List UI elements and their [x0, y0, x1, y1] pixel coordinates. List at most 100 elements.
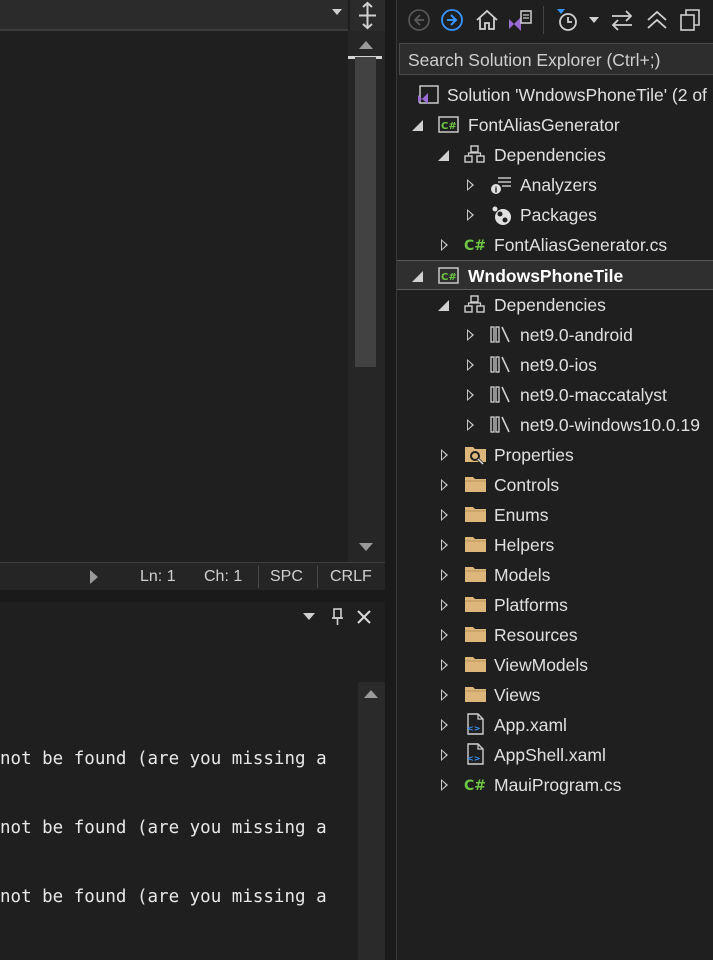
scroll-down-icon[interactable]	[359, 543, 373, 551]
home-icon[interactable]	[473, 6, 501, 34]
column-indicator[interactable]: Ch: 1	[204, 568, 242, 586]
tree-item-label: net9.0-windows10.0.19	[520, 415, 700, 435]
expand-chevron-icon[interactable]	[441, 629, 448, 641]
tree-item-mauiprogram-cs[interactable]: C# MauiProgram.cs	[397, 770, 713, 800]
expand-chevron-icon[interactable]	[441, 599, 448, 611]
tree-item-dependencies[interactable]: Dependencies	[397, 140, 713, 170]
csharp-file-icon: C#	[464, 775, 486, 795]
tree-item-packages[interactable]: Packages	[397, 200, 713, 230]
tree-item-dependencies[interactable]: Dependencies	[397, 290, 713, 320]
expand-chevron-icon[interactable]	[467, 179, 474, 191]
tree-item-controls[interactable]: Controls	[397, 470, 713, 500]
solution-explorer-search-input[interactable]: Search Solution Explorer (Ctrl+;)	[399, 43, 713, 75]
svg-text:C#: C#	[464, 238, 486, 254]
horizontal-splitter[interactable]	[0, 590, 385, 602]
svg-text:i: i	[495, 186, 498, 195]
solution-explorer-toolbar	[397, 0, 713, 40]
expand-chevron-icon[interactable]	[441, 449, 448, 461]
expand-chevron-icon[interactable]	[467, 359, 474, 371]
tree-item-label: MauiProgram.cs	[494, 775, 622, 795]
vertical-splitter[interactable]	[385, 0, 397, 960]
tree-item-properties[interactable]: Properties	[397, 440, 713, 470]
tree-item-label: Enums	[494, 505, 549, 525]
expand-chevron-icon[interactable]	[467, 419, 474, 431]
tree-item-viewmodels[interactable]: ViewModels	[397, 650, 713, 680]
tree-item-resources[interactable]: Resources	[397, 620, 713, 650]
expand-chevron-icon[interactable]	[467, 329, 474, 341]
output-line: not be found (are you missing a	[0, 749, 327, 769]
tree-item-label: Analyzers	[520, 175, 597, 195]
expand-chevron-icon[interactable]	[441, 659, 448, 671]
expand-chevron-icon[interactable]	[441, 689, 448, 701]
collapse-chevron-icon[interactable]	[412, 120, 423, 131]
framework-icon	[490, 355, 512, 375]
line-indicator[interactable]: Ln: 1	[140, 568, 176, 586]
expand-chevron-icon[interactable]	[441, 479, 448, 491]
tree-item-net9-0-ios[interactable]: net9.0-ios	[397, 350, 713, 380]
tree-item-views[interactable]: Views	[397, 680, 713, 710]
tree-item-fontaliasgenerator-cs[interactable]: C# FontAliasGenerator.cs	[397, 230, 713, 260]
tree-item-label: ViewModels	[494, 655, 589, 675]
tree-item-helpers[interactable]: Helpers	[397, 530, 713, 560]
editor-status-bar: Ln: 1 Ch: 1 SPC CRLF	[0, 562, 385, 590]
tree-item-label: Dependencies	[494, 145, 606, 165]
expand-chevron-icon[interactable]	[441, 569, 448, 581]
tree-item-net9-0-maccatalyst[interactable]: net9.0-maccatalyst	[397, 380, 713, 410]
dropdown-icon[interactable]	[589, 17, 599, 23]
tree-item-platforms[interactable]: Platforms	[397, 590, 713, 620]
tree-item-solution-wndowsphonetile-2-of[interactable]: Solution 'WndowsPhoneTile' (2 of	[397, 80, 713, 110]
expand-chevron-icon[interactable]	[441, 239, 448, 251]
tree-item-fontaliasgenerator[interactable]: C# FontAliasGenerator	[397, 110, 713, 140]
split-window-button[interactable]	[350, 0, 385, 31]
solution-explorer: Search Solution Explorer (Ctrl+;) Soluti…	[397, 0, 713, 960]
editor-vertical-scrollbar[interactable]	[348, 31, 385, 562]
expand-chevron-icon[interactable]	[467, 209, 474, 221]
tree-item-label: Packages	[520, 205, 597, 225]
expand-chevron-icon[interactable]	[441, 779, 448, 791]
collapse-chevron-icon[interactable]	[438, 150, 449, 161]
collapse-chevron-icon[interactable]	[412, 271, 423, 282]
close-icon[interactable]	[356, 609, 372, 625]
tree-item-net9-0-windows10-0-19[interactable]: net9.0-windows10.0.19	[397, 410, 713, 440]
tree-item-label: FontAliasGenerator.cs	[494, 235, 668, 255]
show-all-files-icon[interactable]	[677, 6, 705, 34]
tree-item-enums[interactable]: Enums	[397, 500, 713, 530]
pin-icon[interactable]	[330, 608, 346, 626]
tree-item-models[interactable]: Models	[397, 560, 713, 590]
output-vertical-scrollbar[interactable]	[358, 682, 385, 960]
expand-chevron-icon[interactable]	[441, 539, 448, 551]
expand-chevron-icon[interactable]	[441, 749, 448, 761]
tree-item-wndowsphonetile[interactable]: C# WndowsPhoneTile	[397, 260, 713, 290]
window-options-icon[interactable]	[303, 613, 315, 620]
collapse-all-icon[interactable]	[643, 6, 671, 34]
tree-item-net9-0-android[interactable]: net9.0-android	[397, 320, 713, 350]
spacing-indicator[interactable]: SPC	[270, 568, 303, 586]
chevron-down-icon[interactable]	[332, 9, 342, 15]
tree-item-label: Controls	[494, 475, 560, 495]
collapse-chevron-icon[interactable]	[438, 300, 449, 311]
forward-icon[interactable]	[438, 6, 466, 34]
folder-icon	[464, 565, 486, 585]
tree-item-label: Resources	[494, 625, 578, 645]
sync-icon[interactable]	[608, 6, 636, 34]
vs-switch-views-icon[interactable]	[506, 6, 534, 34]
expand-chevron-icon[interactable]	[441, 719, 448, 731]
scroll-up-icon[interactable]	[359, 41, 373, 49]
scroll-up-icon[interactable]	[364, 690, 378, 698]
code-editor[interactable]: Ln: 1 Ch: 1 SPC CRLF	[0, 0, 385, 590]
scroll-thumb[interactable]	[355, 57, 376, 367]
member-navigation-dropdown[interactable]	[0, 0, 348, 31]
framework-icon	[490, 325, 512, 345]
line-ending-indicator[interactable]: CRLF	[330, 568, 372, 586]
back-icon[interactable]	[405, 6, 433, 34]
output-line: not be found (are you missing a	[0, 887, 327, 907]
expand-chevron-icon[interactable]	[441, 509, 448, 521]
pending-changes-filter-icon[interactable]	[554, 6, 582, 34]
tree-item-app-xaml[interactable]: <> App.xaml	[397, 710, 713, 740]
output-window[interactable]: not be found (are you missing a not be f…	[0, 602, 385, 960]
scroll-right-icon[interactable]	[90, 570, 98, 584]
tree-item-appshell-xaml[interactable]: <> AppShell.xaml	[397, 740, 713, 770]
framework-icon	[490, 415, 512, 435]
tree-item-analyzers[interactable]: i Analyzers	[397, 170, 713, 200]
expand-chevron-icon[interactable]	[467, 389, 474, 401]
